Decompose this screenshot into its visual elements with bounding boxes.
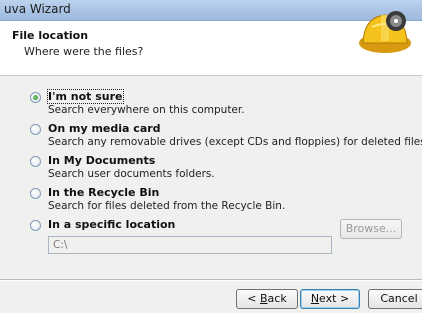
option-media-card[interactable]: On my media card Search any removable dr… — [30, 122, 422, 154]
cancel-button[interactable]: Cancel — [368, 289, 422, 309]
back-accelerator: B — [260, 292, 268, 305]
option-label[interactable]: I'm not sure — [47, 89, 124, 104]
next-accelerator: N — [310, 292, 320, 305]
option-my-documents[interactable]: In My Documents Search user documents fo… — [30, 154, 410, 186]
option-recycle-bin[interactable]: In the Recycle Bin Search for files dele… — [30, 186, 410, 218]
back-label-rest: ack — [267, 292, 287, 305]
browse-button[interactable]: Browse... — [340, 219, 402, 239]
radio-media-card[interactable] — [30, 124, 41, 135]
radio-my-documents[interactable] — [30, 156, 41, 167]
next-label-rest: ext > — [319, 292, 350, 305]
option-label[interactable]: In My Documents — [48, 154, 155, 167]
option-description: Search for files deleted from the Recycl… — [48, 200, 286, 212]
option-description: Search any removable drives (except CDs … — [48, 136, 422, 148]
wizard-window: uva Wizard File location Where were the … — [0, 0, 422, 313]
next-button[interactable]: Next > — [300, 289, 360, 309]
option-description: Search user documents folders. — [48, 168, 215, 180]
location-path-input[interactable]: C:\ — [48, 236, 332, 254]
back-button[interactable]: < Back — [236, 289, 298, 309]
option-label[interactable]: On my media card — [48, 122, 161, 135]
radio-recycle-bin[interactable] — [30, 188, 41, 199]
radio-not-sure[interactable] — [30, 92, 41, 103]
step-title: File location — [12, 29, 89, 42]
option-description: Search everywhere on this computer. — [48, 104, 245, 116]
option-not-sure[interactable]: I'm not sure Search everywhere on this c… — [30, 89, 410, 122]
option-label[interactable]: In a specific location — [48, 218, 175, 231]
window-title: uva Wizard — [4, 2, 71, 16]
wizard-header: File location Where were the files? — [0, 11, 422, 76]
step-subtitle: Where were the files? — [24, 45, 144, 58]
back-prefix: < — [247, 292, 260, 305]
radio-specific-location[interactable] — [30, 220, 41, 231]
option-label[interactable]: In the Recycle Bin — [48, 186, 159, 199]
recuva-hard-hat-icon — [359, 11, 411, 53]
footer-separator — [0, 279, 422, 281]
